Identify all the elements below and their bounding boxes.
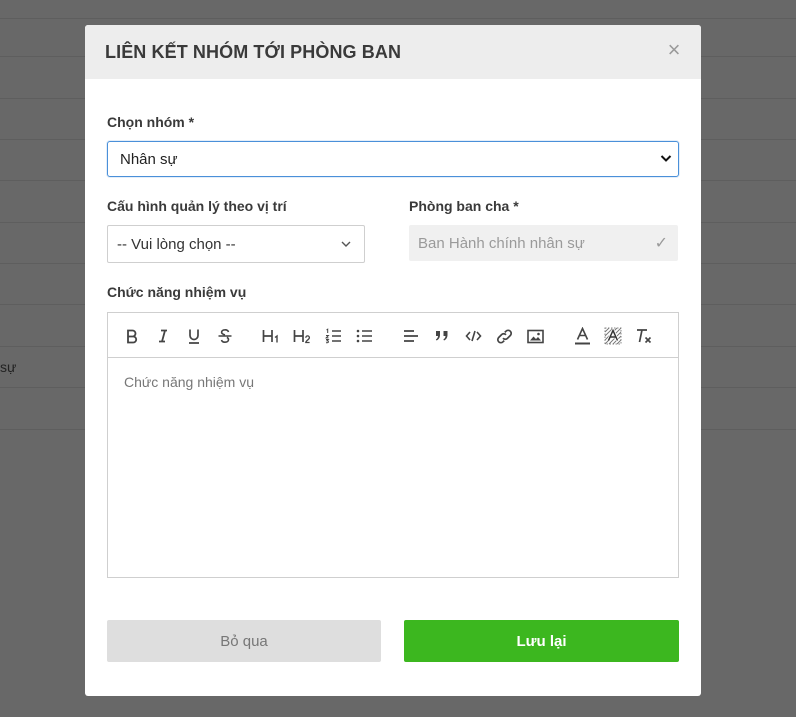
italic-icon[interactable] <box>152 325 174 347</box>
group-select-value: Nhân sự <box>120 151 178 168</box>
position-config-value: -- Vui lòng chọn -- <box>117 236 236 253</box>
chevron-down-icon <box>341 241 351 247</box>
image-icon[interactable] <box>524 325 546 347</box>
duties-label: Chức năng nhiệm vụ <box>107 284 247 300</box>
duties-rich-text-editor[interactable]: Chức năng nhiệm vụ <box>107 312 679 578</box>
parent-department-value: Ban Hành chính nhân sự <box>418 235 585 252</box>
ordered-list-icon[interactable] <box>322 325 344 347</box>
bullet-list-icon[interactable] <box>353 325 375 347</box>
position-config-select[interactable]: -- Vui lòng chọn -- <box>107 225 365 263</box>
text-color-icon[interactable] <box>571 325 593 347</box>
code-icon[interactable] <box>462 325 484 347</box>
background-row-divider <box>0 18 796 19</box>
group-select[interactable]: Nhân sự <box>107 141 679 177</box>
parent-department-field: Ban Hành chính nhân sự ✓ <box>409 225 678 261</box>
blockquote-icon[interactable] <box>431 325 453 347</box>
save-button[interactable]: Lưu lại <box>404 620 679 662</box>
check-icon: ✓ <box>654 235 668 252</box>
cancel-button[interactable]: Bỏ qua <box>107 620 381 662</box>
dialog-title: LIÊN KẾT NHÓM TỚI PHÒNG BAN <box>105 42 402 62</box>
dialog-header: LIÊN KẾT NHÓM TỚI PHÒNG BAN × <box>85 25 701 79</box>
bold-icon[interactable] <box>121 325 143 347</box>
chevron-down-icon <box>660 155 672 162</box>
background-cell-text: sự <box>0 359 17 375</box>
link-group-dialog: LIÊN KẾT NHÓM TỚI PHÒNG BAN × Chọn nhóm … <box>85 25 701 696</box>
editor-toolbar <box>108 313 678 358</box>
align-left-icon[interactable] <box>400 325 422 347</box>
link-icon[interactable] <box>493 325 515 347</box>
close-icon[interactable]: × <box>665 39 683 61</box>
heading2-icon[interactable] <box>292 325 314 347</box>
underline-icon[interactable] <box>183 325 205 347</box>
clear-format-icon[interactable] <box>633 325 655 347</box>
editor-placeholder: Chức năng nhiệm vụ <box>124 374 254 390</box>
group-label: Chọn nhóm * <box>107 114 195 130</box>
strikethrough-icon[interactable] <box>214 325 236 347</box>
position-config-label: Cấu hình quản lý theo vị trí <box>107 198 287 214</box>
background-color-icon[interactable] <box>602 325 624 347</box>
parent-department-label: Phòng ban cha * <box>409 198 519 214</box>
heading1-icon[interactable] <box>261 325 283 347</box>
